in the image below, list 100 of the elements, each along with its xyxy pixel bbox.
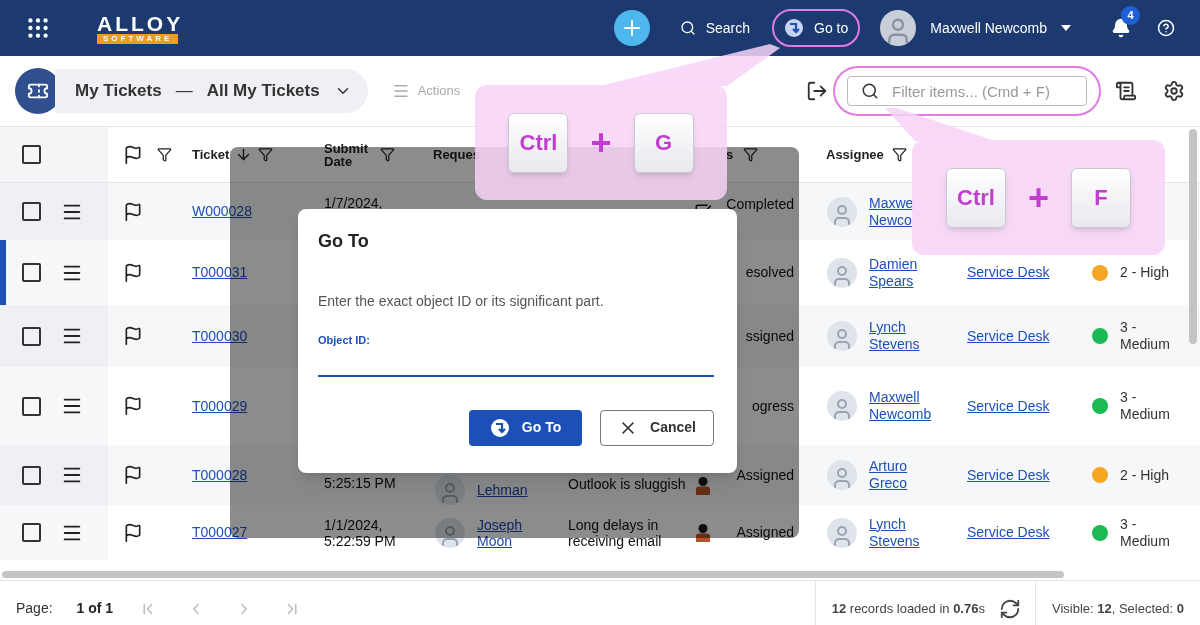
- records-loaded-text: 12 records loaded in 0.76s: [831, 599, 985, 618]
- avatar: [435, 475, 465, 505]
- row-checkbox[interactable]: [22, 263, 41, 282]
- avatar: [827, 196, 857, 227]
- group-link[interactable]: Service Desk: [967, 397, 1050, 414]
- visibility-summary: Visible: 12, Selected: 0: [1051, 599, 1184, 618]
- status-text: esolved: [745, 263, 794, 282]
- flag-icon[interactable]: [123, 465, 143, 485]
- person-icon: [696, 523, 710, 542]
- menu-icon: [391, 82, 410, 100]
- group-link[interactable]: Service Desk: [967, 327, 1050, 344]
- ticket-link[interactable]: W000028: [192, 203, 252, 219]
- avatar: [435, 517, 465, 548]
- filter-field[interactable]: Filter items... (Cmd + F): [847, 76, 1087, 106]
- flag-icon[interactable]: [123, 201, 143, 222]
- go-to-icon: [784, 18, 805, 38]
- assignee-link[interactable]: Maxwell Newcomb: [869, 389, 949, 423]
- row-checkbox[interactable]: [22, 465, 41, 485]
- logo: ALLOY SOFTWARE: [96, 12, 184, 44]
- priority-text: 2 - High: [1120, 466, 1170, 484]
- keyboard-key: Ctrl: [946, 167, 1006, 228]
- flag-icon[interactable]: [123, 326, 143, 346]
- group-link[interactable]: Service Desk: [967, 524, 1050, 540]
- avatar: [827, 517, 857, 548]
- submit-date: 5:25:15 PM: [324, 475, 396, 491]
- assignee-link[interactable]: Arturo Greco: [869, 458, 949, 492]
- object-id-label: Object ID:: [318, 333, 371, 348]
- avatar: [827, 321, 857, 351]
- status-text: ssigned: [745, 326, 794, 346]
- list-icon[interactable]: [1115, 80, 1137, 102]
- flag-icon[interactable]: [123, 396, 143, 416]
- avatar: [827, 257, 857, 288]
- filter-icon[interactable]: [157, 147, 172, 162]
- notifications-icon[interactable]: [1111, 18, 1131, 38]
- ticket-link[interactable]: T000028: [192, 466, 248, 483]
- dialog-message: Enter the exact object ID or its significant part.: [318, 292, 605, 311]
- add-button[interactable]: [613, 10, 650, 46]
- ticket-link[interactable]: T000027: [192, 524, 248, 540]
- row-checkbox[interactable]: [22, 202, 41, 221]
- cancel-button[interactable]: Cancel: [600, 409, 714, 446]
- user-avatar[interactable]: [880, 10, 917, 46]
- group-link[interactable]: Service Desk: [967, 466, 1050, 483]
- submit-date: 1/1/2024, 5:22:59 PM: [324, 516, 396, 549]
- search-icon: [861, 82, 879, 100]
- status-text: Assigned: [736, 465, 794, 485]
- priority-text: 2 - High: [1120, 264, 1170, 281]
- ticket-link[interactable]: T000030: [192, 327, 248, 344]
- status-text: Completed: [726, 195, 794, 214]
- assignee-link[interactable]: Maxwe Newco: [869, 194, 913, 229]
- help-icon[interactable]: [1157, 19, 1175, 37]
- priority-text: 3 - Medium: [1120, 319, 1170, 353]
- page-label: Page:: [16, 599, 53, 618]
- ticket-link[interactable]: T000031: [192, 264, 248, 280]
- status-text: Assigned: [736, 523, 794, 542]
- column-header[interactable]: Ticket: [192, 144, 230, 165]
- search-button[interactable]: Search: [679, 17, 751, 39]
- avatar: [827, 391, 857, 421]
- go-to-submit-button[interactable]: Go To: [469, 409, 582, 446]
- horizontal-scrollbar[interactable]: [2, 570, 1064, 578]
- keyboard-key: G: [633, 112, 694, 173]
- flag-icon[interactable]: [123, 522, 143, 543]
- plus-sign: +: [590, 124, 612, 161]
- plus-sign: +: [1028, 179, 1049, 216]
- notification-badge: 4: [1121, 6, 1140, 25]
- assignee-link[interactable]: Lynch Stevens: [869, 319, 949, 353]
- user-menu[interactable]: Maxwell Newcomb: [930, 17, 1071, 39]
- keyboard-key: F: [1071, 167, 1131, 228]
- ticket-link[interactable]: T000029: [192, 397, 248, 414]
- assignee-link[interactable]: Lynch Stevens: [869, 515, 949, 550]
- flag-icon[interactable]: [123, 262, 143, 283]
- go-to-icon: [489, 417, 510, 438]
- view-selector[interactable]: My Tickets — All My Tickets: [55, 69, 368, 113]
- dialog-title: Go To: [318, 230, 370, 253]
- requester-link[interactable]: Lehman: [477, 482, 537, 498]
- keyboard-key: Ctrl: [508, 112, 569, 173]
- apps-grid-icon[interactable]: [25, 15, 51, 41]
- submit-date: 1/7/2024,: [324, 195, 383, 211]
- select-all-checkbox[interactable]: [22, 145, 41, 164]
- page-indicator: 1 of 1: [76, 599, 114, 618]
- vertical-scrollbar[interactable]: [1189, 129, 1197, 344]
- filter-icon[interactable]: [891, 147, 907, 162]
- description: Long delays in receiving email: [568, 516, 662, 549]
- column-header[interactable]: Assignee: [826, 144, 884, 165]
- settings-icon[interactable]: [1163, 80, 1185, 102]
- search-icon: [679, 20, 696, 36]
- description: Outlook is sluggish: [568, 476, 686, 492]
- row-checkbox[interactable]: [22, 396, 41, 416]
- row-checkbox[interactable]: [22, 523, 41, 542]
- row-checkbox[interactable]: [22, 326, 41, 346]
- caret-icon: [1061, 25, 1071, 31]
- assignee-link[interactable]: Damien Spears: [869, 255, 949, 290]
- avatar: [827, 460, 857, 490]
- priority-text: 3 - Medium: [1120, 515, 1170, 550]
- flag-icon: [123, 144, 143, 165]
- refresh-icon[interactable]: [998, 597, 1021, 620]
- go-to-button[interactable]: Go to: [772, 9, 861, 47]
- requester-link[interactable]: Joseph Moon: [477, 516, 537, 549]
- group-link[interactable]: Service Desk: [967, 264, 1050, 280]
- person-icon: [696, 477, 710, 495]
- export-icon[interactable]: [806, 80, 828, 102]
